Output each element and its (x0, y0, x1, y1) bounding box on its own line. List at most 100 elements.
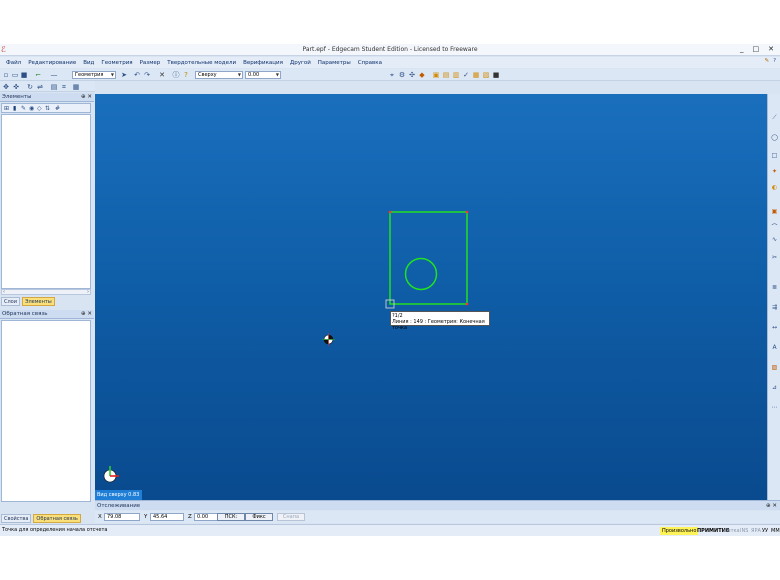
menu-help[interactable]: Справка (358, 60, 382, 66)
elements-panel-toolbar: ⊞ ▮ ✎ ◉ ◇ ⇅ # (1, 103, 91, 113)
fix-button[interactable]: Фикс (245, 513, 273, 521)
feedback-panel-tabs: Свойства Обратная связь (1, 514, 81, 523)
eye-icon[interactable]: ◉ (29, 105, 36, 112)
simulate-icon[interactable]: ▣ (432, 71, 440, 79)
nc-output-icon[interactable]: ▦ (472, 71, 480, 79)
report-icon[interactable]: ▧ (482, 71, 490, 79)
menu-solid-models[interactable]: Твердотельные модели (167, 60, 236, 66)
line-style-icon[interactable]: ⌐ (34, 71, 42, 79)
generate-icon[interactable]: ▤ (442, 71, 450, 79)
ucs-button[interactable]: ПСК: (217, 513, 245, 521)
close-button[interactable]: ✕ (768, 45, 774, 53)
filter-icon[interactable]: ⌗ (60, 83, 68, 91)
sort-icon[interactable]: ⇅ (45, 105, 52, 112)
stop-icon[interactable]: ■ (492, 71, 500, 79)
circle-geometry[interactable] (404, 257, 438, 291)
open-folder-icon[interactable]: ▭ (11, 71, 19, 79)
feedback-content[interactable] (1, 320, 91, 502)
arc-icon[interactable]: ◐ (770, 184, 779, 192)
trim-icon[interactable]: ✂ (770, 254, 779, 262)
datum-origin-icon (322, 333, 335, 346)
edgecam-window: ℰ Part.epf - Edgecam Student Edition - L… (0, 44, 780, 536)
tracking-panel: Отслеживание ⊕ ✕ (95, 500, 780, 510)
menu-file[interactable]: Файл (6, 60, 21, 66)
curve-icon[interactable]: ∿ (770, 236, 779, 244)
chart-icon[interactable]: ▤ (50, 83, 58, 91)
chamfer-icon[interactable]: ⌒ (770, 224, 779, 232)
layer-icon[interactable]: ▮ (13, 105, 20, 112)
help-icon[interactable]: ? (182, 71, 190, 79)
settings-icon[interactable]: ▦ (72, 83, 80, 91)
pencil-icon[interactable]: ✎ (21, 105, 28, 112)
pin-close-icon[interactable]: ⊕ ✕ (81, 93, 92, 102)
move-icon[interactable]: ✜ (12, 83, 20, 91)
tool-icon[interactable]: ⚙ (398, 71, 406, 79)
tab-elements[interactable]: Элементы (22, 297, 55, 306)
circle-icon[interactable]: ◯ (770, 134, 779, 142)
line-icon[interactable]: ⟋ (770, 114, 779, 122)
y-coordinate-input[interactable]: 45.64 (150, 513, 184, 521)
measure-icon[interactable]: ⊿ (770, 384, 779, 392)
machine-icon[interactable]: ◆ (418, 71, 426, 79)
graphics-viewport[interactable]: ?1/2 Линия : 149 : Геометрия: Конечная т… (95, 94, 767, 500)
view-combo-value: Сверху (198, 72, 217, 78)
scroll-right-icon[interactable]: › (87, 289, 89, 295)
elements-tree[interactable] (1, 114, 91, 289)
select-icon[interactable]: ✥ (2, 83, 10, 91)
tab-properties[interactable]: Свойства (1, 514, 32, 523)
tab-feedback[interactable]: Обратная связь (33, 514, 81, 523)
x-coordinate-input[interactable]: 79.08 (104, 513, 140, 521)
point-icon[interactable]: ✦ (770, 168, 779, 176)
minimize-button[interactable]: _ (740, 45, 744, 53)
code-icon[interactable]: ✓ (462, 71, 470, 79)
mirror-icon[interactable]: ⇌ (36, 83, 44, 91)
geometry-layer-combo[interactable]: Геометрия ▼ (72, 71, 116, 79)
help-query-icon[interactable]: ? (773, 58, 776, 64)
more-tools-icon[interactable]: ⋯ (770, 404, 779, 412)
info-icon[interactable]: ⓘ (172, 71, 180, 79)
feature-icon[interactable]: ✣ (408, 71, 416, 79)
redo-icon[interactable]: ↷ (143, 71, 151, 79)
tree-icon[interactable]: ⊞ (4, 105, 11, 112)
pin-close-icon[interactable]: ⊕ ✕ (81, 310, 92, 319)
rotate-icon[interactable]: ↻ (26, 83, 34, 91)
menu-edit[interactable]: Редактирование (28, 60, 76, 66)
secondary-toolbar: ✥ ✜ ↻ ⇌ ▤ ⌗ ▦ (0, 81, 95, 92)
offset-icon[interactable]: ⇶ (770, 304, 779, 312)
menu-other[interactable]: Другой (290, 60, 311, 66)
tab-layers[interactable]: Слои (1, 297, 20, 306)
endpoint-marker (388, 210, 392, 214)
status-bar: Точка для определения начала отсчета Про… (0, 524, 780, 536)
menu-view[interactable]: Вид (83, 60, 94, 66)
pointer-icon[interactable]: ➤ (120, 71, 128, 79)
value-combo[interactable]: 0.00 ▼ (245, 71, 281, 79)
menu-geometry[interactable]: Геометрия (101, 60, 132, 66)
text-icon[interactable]: A (770, 344, 779, 352)
pin-close-icon[interactable]: ⊕ ✕ (766, 501, 777, 511)
hatch-icon[interactable]: ▨ (770, 364, 779, 372)
undo-icon[interactable]: ↶ (133, 71, 141, 79)
menu-options[interactable]: Параметры (318, 60, 351, 66)
new-file-icon[interactable]: ▫ (2, 71, 10, 79)
save-icon[interactable]: ■ (20, 71, 28, 79)
line-weight-icon[interactable]: — (50, 71, 58, 79)
menu-dimension[interactable]: Размер (140, 60, 161, 66)
menu-verification[interactable]: Верификация (243, 60, 283, 66)
elements-scrollbar[interactable]: ‹ › (1, 289, 91, 295)
fillet-icon[interactable]: ▣ (770, 208, 779, 216)
hash-icon[interactable]: # (55, 105, 62, 112)
cancel-icon[interactable]: ✕ (158, 71, 166, 79)
mode-mm[interactable]: ММ (769, 527, 780, 535)
view-combo[interactable]: Сверху ▼ (195, 71, 243, 79)
mode-arbitrary[interactable]: Произвольно (660, 527, 699, 535)
rectangle-geometry[interactable] (389, 211, 468, 305)
toolpath-icon[interactable]: ▥ (452, 71, 460, 79)
dimension-icon[interactable]: ↔ (770, 324, 779, 332)
scroll-left-icon[interactable]: ‹ (3, 289, 5, 295)
rectangle-icon[interactable]: □ (770, 152, 779, 160)
edit-pen-icon[interactable]: ✎ (764, 58, 769, 64)
maximize-button[interactable]: □ (753, 45, 760, 53)
snap-tools-icon[interactable]: ⌖ (388, 71, 396, 79)
diamond-icon[interactable]: ◇ (37, 105, 44, 112)
xyz-icon[interactable]: ≣ (770, 284, 779, 292)
